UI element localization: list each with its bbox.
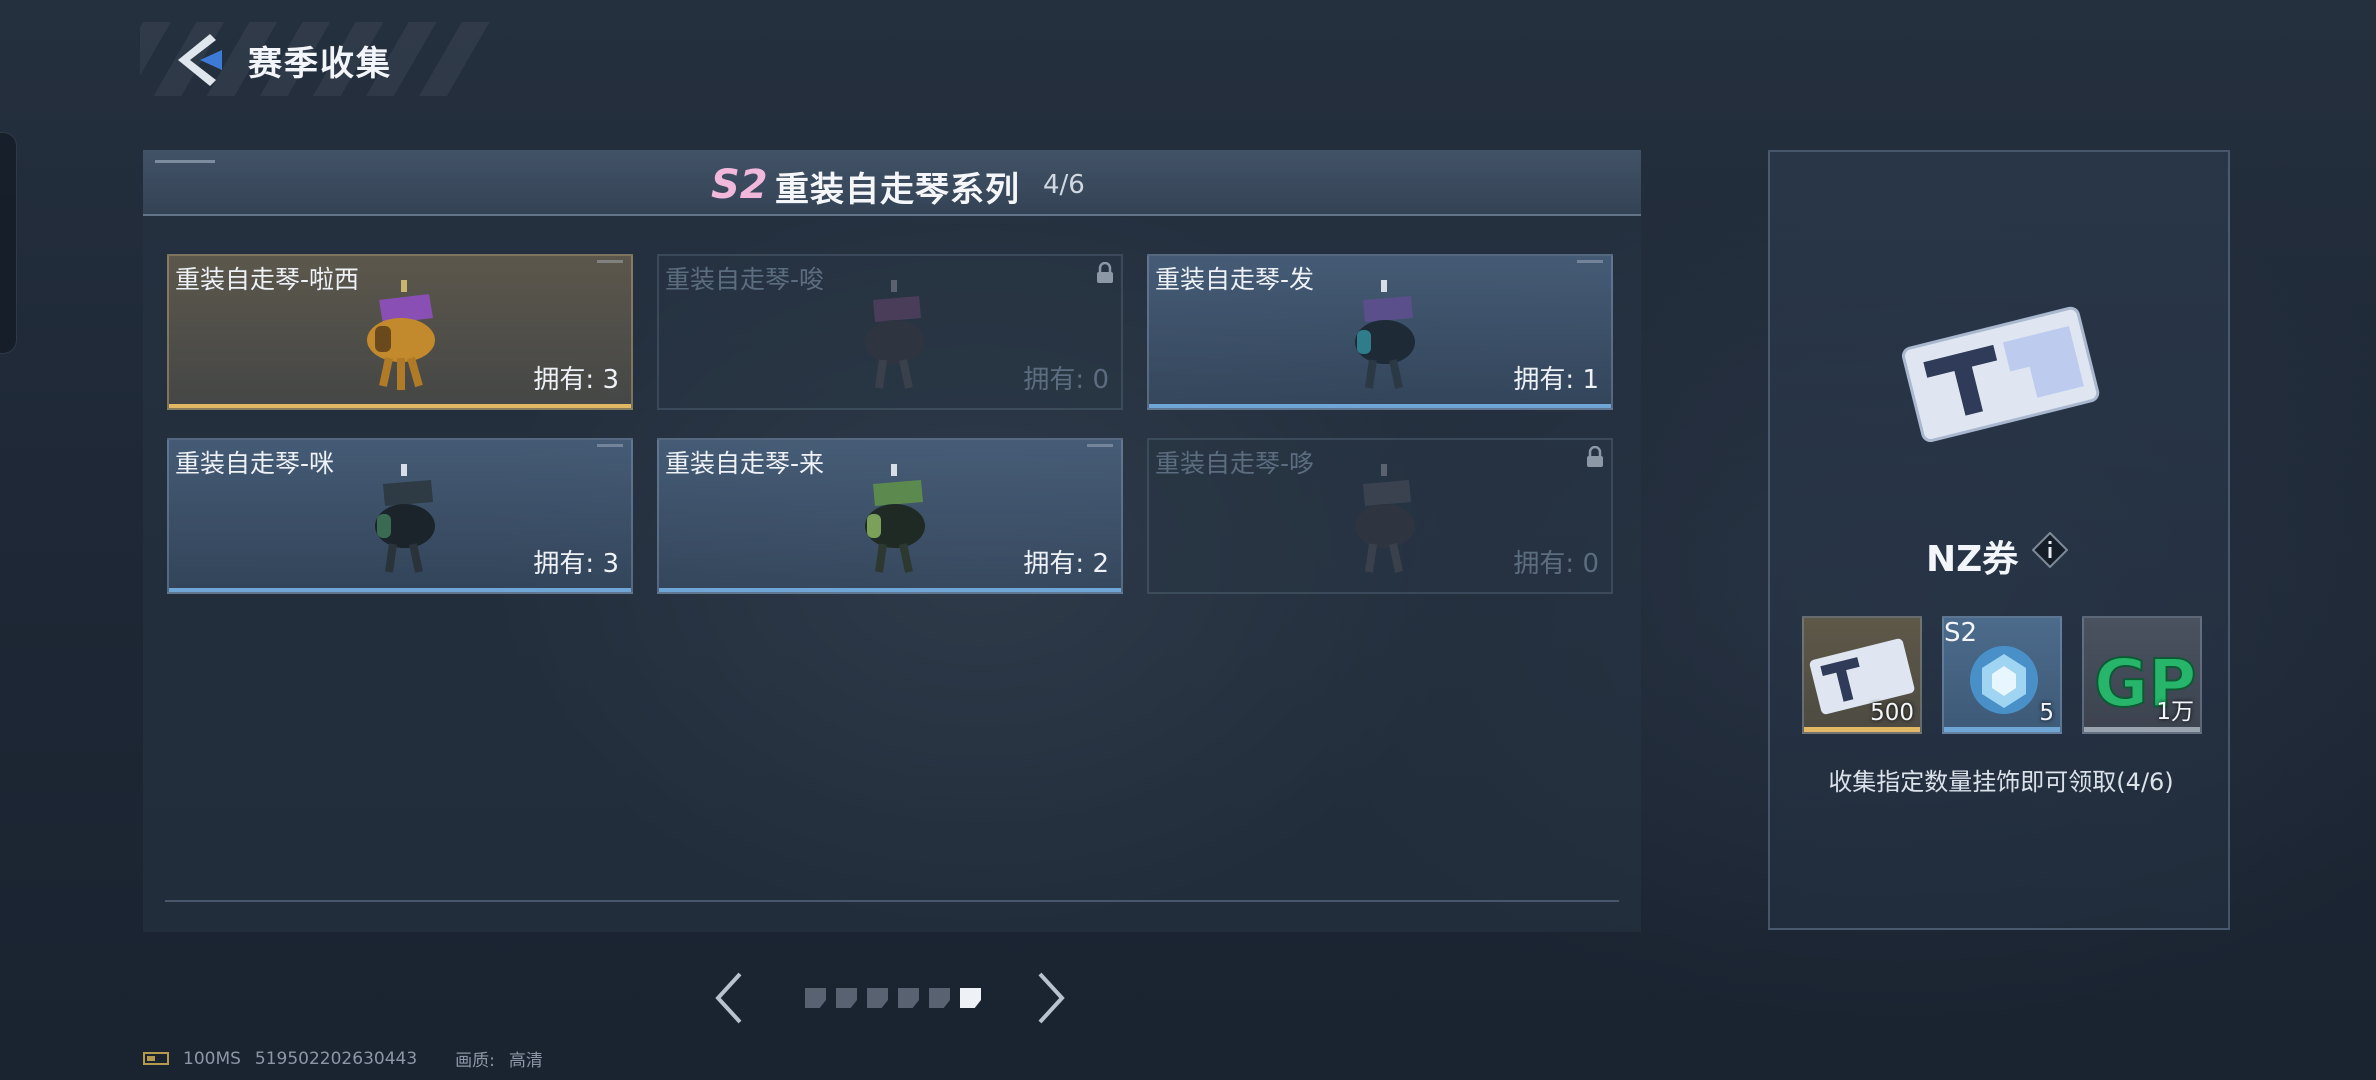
season-badge: S2 — [711, 162, 768, 208]
card-owned-count: 拥有: 3 — [533, 549, 619, 579]
reward-item-gp[interactable]: GP 1万 — [2082, 616, 2202, 734]
side-edge-tab[interactable] — [0, 132, 17, 354]
rarity-bar — [169, 588, 631, 592]
page-title: 赛季收集 — [248, 44, 392, 84]
card-name: 重装自走琴-哆 — [1155, 449, 1315, 478]
lock-icon — [1587, 446, 1603, 467]
page-dot[interactable] — [929, 988, 950, 1008]
header-decoration — [155, 160, 215, 163]
card-owned-count: 拥有: 0 — [1023, 365, 1109, 395]
card-corner-mark — [1087, 444, 1113, 447]
panel-divider — [165, 900, 1619, 902]
page-dot[interactable] — [867, 988, 888, 1008]
rarity-bar — [659, 588, 1121, 592]
reward-name: NZ券 — [1926, 539, 2019, 580]
piano-robot-dark-icon — [375, 464, 435, 573]
status-bar: 100MS 519502202630443 画质: 高清 — [143, 1046, 543, 1071]
rarity-bar — [2084, 727, 2200, 732]
back-button[interactable] — [170, 30, 230, 90]
reward-hint: 收集指定数量挂饰即可领取(4/6) — [1828, 768, 2174, 796]
rarity-bar — [1149, 404, 1611, 408]
ping-value: 100MS — [183, 1048, 241, 1069]
quality-label: 画质: — [455, 1051, 495, 1071]
collection-card-lasi[interactable]: 重装自走琴-啦西 拥有: 3 — [167, 254, 633, 410]
collection-card-fa[interactable]: 重装自走琴-发 拥有: 1 — [1147, 254, 1613, 410]
page-dot-active[interactable] — [960, 988, 981, 1008]
piano-robot-silhouette-icon — [865, 280, 925, 389]
card-name: 重装自走琴-来 — [665, 449, 825, 478]
battery-icon — [143, 1052, 169, 1065]
reward-item-nz-ticket[interactable]: 500 — [1802, 616, 1922, 734]
card-name: 重装自走琴-啦西 — [175, 265, 360, 294]
card-corner-mark — [597, 260, 623, 263]
card-owned-count: 拥有: 1 — [1513, 365, 1599, 395]
card-owned-count: 拥有: 2 — [1023, 549, 1109, 579]
reward-quantity: 5 — [2039, 700, 2054, 726]
collection-card-suo[interactable]: 重装自走琴-唆 拥有: 0 — [657, 254, 1123, 410]
page-indicator — [805, 988, 981, 1010]
reward-quantity: 1万 — [2156, 699, 2194, 725]
page-dot[interactable] — [805, 988, 826, 1008]
lock-icon — [1097, 262, 1113, 283]
card-corner-mark — [597, 444, 623, 447]
collection-card-duo[interactable]: 重装自走琴-哆 拥有: 0 — [1147, 438, 1613, 594]
page-dot[interactable] — [836, 988, 857, 1008]
card-name: 重装自走琴-唆 — [665, 265, 825, 294]
reward-season-label: S2 — [1944, 618, 1978, 648]
page-dot[interactable] — [898, 988, 919, 1008]
piano-robot-blue-icon — [1355, 280, 1415, 389]
rarity-bar — [1804, 727, 1920, 732]
collection-panel: S2 重装自走琴系列 4/6 重装自走琴-啦西 拥有: 3 重装自走琴-唆 拥有… — [143, 150, 1641, 932]
collection-card-mi[interactable]: 重装自走琴-咪 拥有: 3 — [167, 438, 633, 594]
card-corner-mark — [1577, 260, 1603, 263]
chevron-right-icon — [1038, 972, 1065, 1024]
reward-panel: NZ券 500 S2 5 GP 1万 收集指定数量挂饰即可领取(4/6) — [1768, 150, 2230, 930]
piano-robot-gold-icon — [367, 280, 435, 390]
series-title: 重装自走琴系列 — [775, 170, 1020, 210]
back-arrow-icon — [178, 34, 222, 86]
card-name: 重装自走琴-发 — [1155, 265, 1315, 294]
rarity-bar — [169, 404, 631, 408]
rarity-bar — [1944, 727, 2060, 732]
nz-ticket-icon — [1901, 306, 2100, 442]
user-id: 519502202630443 — [254, 1048, 418, 1069]
chevron-left-icon — [715, 972, 742, 1024]
piano-robot-silhouette-icon — [1355, 464, 1415, 573]
card-name: 重装自走琴-咪 — [175, 449, 335, 478]
info-icon[interactable] — [2032, 532, 2068, 568]
previous-page-button[interactable] — [712, 970, 746, 1026]
next-page-button[interactable] — [1034, 970, 1068, 1026]
reward-quantity: 500 — [1870, 700, 1914, 726]
quality-value: 高清 — [508, 1051, 543, 1071]
collection-card-lai[interactable]: 重装自走琴-来 拥有: 2 — [657, 438, 1123, 594]
card-owned-count: 拥有: 0 — [1513, 549, 1599, 579]
reward-item-s2-crystal[interactable]: S2 5 — [1942, 616, 2062, 734]
series-header: S2 重装自走琴系列 4/6 — [143, 150, 1641, 216]
card-owned-count: 拥有: 3 — [533, 365, 619, 395]
piano-robot-green-icon — [865, 464, 925, 573]
series-progress: 4/6 — [1043, 170, 1085, 200]
